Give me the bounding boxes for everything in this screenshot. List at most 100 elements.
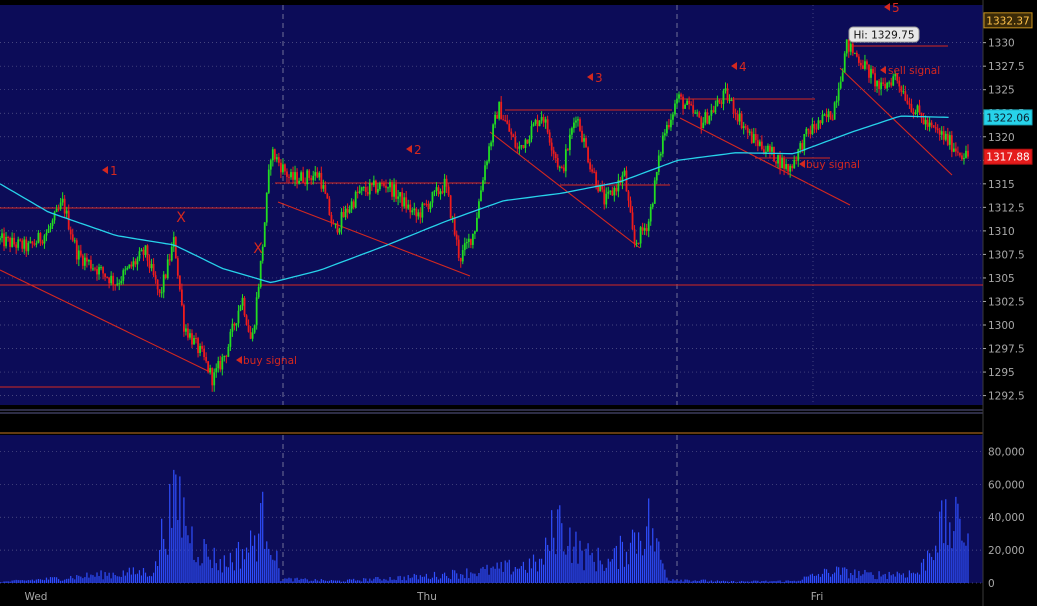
candle-body (950, 135, 953, 152)
candle-body (961, 155, 963, 160)
candle-body (813, 124, 816, 129)
candle-body (132, 261, 135, 267)
candle-body (690, 104, 693, 106)
candle-body (437, 187, 440, 195)
candle-body (124, 269, 127, 271)
candle-body (482, 180, 484, 191)
candle-body (350, 201, 353, 210)
candle-body (967, 150, 969, 157)
candle-body (908, 103, 911, 105)
candle-body (706, 112, 709, 124)
candle-body (122, 270, 125, 281)
candle-body (241, 297, 244, 306)
candle-body (433, 190, 436, 192)
y-tick-label: 1307.5 (988, 249, 1025, 261)
candle-body (746, 127, 749, 133)
candle-body (849, 43, 852, 52)
candle-body (469, 238, 472, 245)
candle-body (712, 110, 715, 113)
candle-body (823, 114, 826, 116)
candle-body (185, 328, 187, 332)
candle-body (496, 114, 499, 119)
candle-body (308, 170, 311, 178)
candle-body (467, 238, 470, 243)
candle-body (916, 105, 919, 113)
candle-body (79, 250, 82, 256)
candle-body (25, 239, 28, 252)
candle-body (118, 283, 121, 285)
candle-body (249, 331, 252, 339)
candle-body (459, 257, 462, 262)
candle-body (273, 149, 276, 160)
candle-body (19, 239, 22, 241)
candle-body (963, 157, 965, 160)
candle-body (514, 137, 517, 148)
candle-body (564, 149, 567, 172)
candle-body (393, 184, 395, 197)
candle-body (912, 112, 915, 114)
candle-body (37, 232, 40, 244)
candle-body (269, 160, 272, 170)
candle-body (637, 242, 640, 244)
candle-body (692, 105, 695, 113)
candle-body (346, 208, 349, 213)
candle-body (211, 368, 214, 386)
candle-body (318, 172, 321, 178)
candle-body (906, 100, 909, 104)
last-price-badge: 1317.88 (986, 152, 1029, 164)
candle-body (492, 124, 494, 143)
candle-body (59, 202, 62, 209)
candle-body (847, 39, 850, 52)
candle-body (805, 128, 808, 135)
candle-body (92, 268, 94, 270)
candle-body (243, 297, 246, 316)
candle-body (922, 118, 925, 125)
candle-body (142, 249, 145, 255)
hi-label-text: Hi: 1329.75 (853, 30, 914, 42)
candle-body (890, 82, 893, 86)
candle-body (538, 120, 541, 127)
volume-tick-label: 40,000 (988, 512, 1025, 524)
candle-body (447, 186, 450, 196)
y-tick-label: 1292.5 (988, 391, 1025, 403)
candle-body (334, 223, 337, 225)
candle-body (235, 323, 238, 326)
candle-body (623, 170, 626, 176)
candle-body (27, 242, 30, 252)
signal-label: buy signal (243, 355, 297, 367)
candle-body (55, 208, 58, 213)
candle-body (688, 100, 691, 105)
candle-body (704, 112, 707, 123)
candle-body (180, 289, 183, 306)
candle-body (936, 128, 939, 131)
candle-body (910, 104, 913, 113)
candle-body (878, 80, 880, 89)
candle-body (672, 114, 674, 120)
candle-body (841, 72, 844, 82)
candle-body (130, 264, 133, 267)
candle-body (516, 147, 519, 149)
candle-body (9, 237, 12, 247)
candle-body (306, 170, 309, 185)
candle-body (160, 292, 163, 294)
y-tick-label: 1302.5 (988, 296, 1025, 308)
candle-body (750, 131, 753, 143)
marker-number: 1 (110, 164, 118, 178)
candle-body (358, 190, 361, 193)
candle-body (940, 131, 943, 135)
candle-body (67, 210, 70, 230)
candle-body (166, 259, 169, 278)
candle-body (605, 193, 608, 205)
candle-body (710, 110, 713, 116)
candle-body (734, 113, 737, 115)
candle-body (134, 261, 137, 265)
candle-body (453, 217, 456, 235)
candle-body (221, 357, 224, 370)
candle-body (536, 119, 539, 127)
candle-body (811, 124, 814, 135)
candle-body (631, 212, 634, 230)
candle-body (15, 244, 18, 248)
candle-body (474, 231, 476, 234)
candle-body (280, 162, 282, 173)
candle-body (39, 232, 42, 242)
